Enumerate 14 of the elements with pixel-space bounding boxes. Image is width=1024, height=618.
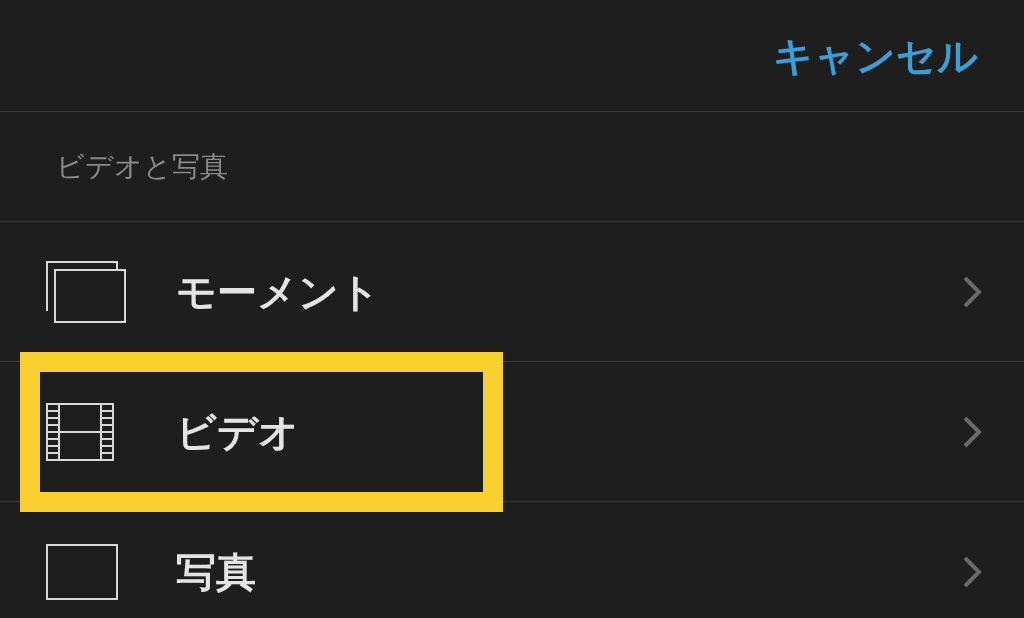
list-row[interactable]: ビデオ	[0, 362, 1024, 502]
chevron-right-icon	[962, 275, 982, 308]
stacked-frames-icon	[46, 260, 126, 323]
row-label: モーメント	[176, 267, 381, 317]
section-header: ビデオと写真	[56, 148, 228, 185]
cancel-button[interactable]: キャンセル	[773, 25, 978, 86]
row-label: 写真	[176, 547, 257, 597]
row-label: ビデオ	[176, 407, 300, 457]
chevron-right-icon	[962, 415, 982, 448]
frame-icon	[46, 543, 118, 600]
list-row[interactable]: 写真	[0, 502, 1024, 618]
list-row[interactable]: モーメント	[0, 222, 1024, 362]
film-strip-icon	[46, 402, 114, 461]
chevron-right-icon	[962, 555, 982, 588]
